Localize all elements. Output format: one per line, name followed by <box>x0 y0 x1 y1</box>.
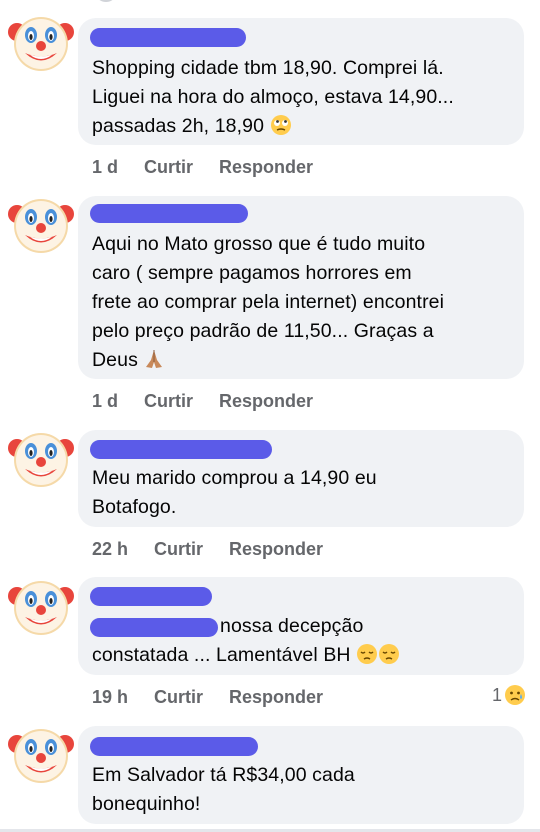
redacted-author-name[interactable] <box>90 587 212 606</box>
comment-text: Em Salvador tá R$34,00 cada bonequinho! <box>92 764 355 815</box>
comment-bubble: Em Salvador tá R$34,00 cada bonequinho! <box>78 726 524 824</box>
redacted-author-name[interactable] <box>90 204 248 223</box>
comment-bubble: Meu marido comprou a 14,90 eu Botafogo. <box>78 430 524 527</box>
comment-bubble: nossa decepção constatada ... Lamentável… <box>78 577 524 675</box>
like-button[interactable]: Curtir <box>154 687 203 708</box>
reply-button[interactable]: Responder <box>229 539 323 560</box>
clown-avatar-icon[interactable] <box>8 190 74 256</box>
scroll-fragment <box>98 0 114 2</box>
comment-text: Meu marido comprou a 14,90 eu Botafogo. <box>92 467 377 518</box>
reply-button[interactable]: Responder <box>219 391 313 412</box>
like-button[interactable]: Curtir <box>144 391 193 412</box>
comment-actions: 19 h Curtir Responder <box>92 684 323 710</box>
clown-face-icon <box>8 199 74 253</box>
like-button[interactable]: Curtir <box>154 539 203 560</box>
clown-avatar-icon[interactable] <box>8 8 74 74</box>
reply-button[interactable]: Responder <box>219 157 313 178</box>
redacted-author-name[interactable] <box>90 440 272 459</box>
redacted-author-name[interactable] <box>90 737 258 756</box>
sad-tear-emoji-icon <box>504 684 526 706</box>
comment-text-line2: constatada ... Lamentável BH <box>92 641 514 670</box>
comment-time[interactable]: 22 h <box>92 539 128 560</box>
rolling-eyes-emoji-icon <box>270 114 292 136</box>
redacted-mention[interactable] <box>90 618 218 637</box>
pensive-face-emoji-icon <box>378 643 400 665</box>
clown-face-icon <box>8 581 74 635</box>
reaction-summary[interactable]: 1 <box>492 684 526 706</box>
reply-button[interactable]: Responder <box>229 687 323 708</box>
clown-face-icon <box>8 17 74 71</box>
comment-bubble: Shopping cidade tbm 18,90. Comprei lá. L… <box>78 18 524 145</box>
praying-hands-emoji-icon <box>143 348 165 370</box>
redacted-author-name[interactable] <box>90 28 246 47</box>
like-button[interactable]: Curtir <box>144 157 193 178</box>
clown-face-icon <box>8 433 74 487</box>
comment-text: Aqui no Mato grosso que é tudo muito car… <box>92 233 445 371</box>
comment-text-line1: nossa decepção <box>220 615 364 637</box>
comment-actions: 1 d Curtir Responder <box>92 154 313 180</box>
comment-text: Shopping cidade tbm 18,90. Comprei lá. L… <box>92 57 454 137</box>
comment-actions: 1 d Curtir Responder <box>92 388 313 414</box>
comment-bubble: Aqui no Mato grosso que é tudo muito car… <box>78 196 524 379</box>
comment-time[interactable]: 19 h <box>92 687 128 708</box>
clown-face-icon <box>8 729 74 783</box>
reaction-count: 1 <box>491 684 502 705</box>
clown-avatar-icon[interactable] <box>8 720 74 786</box>
clown-avatar-icon[interactable] <box>8 572 74 638</box>
comment-time[interactable]: 1 d <box>92 391 118 412</box>
pensive-face-emoji-icon <box>356 643 378 665</box>
comment-time[interactable]: 1 d <box>92 157 118 178</box>
clown-avatar-icon[interactable] <box>8 424 74 490</box>
comment-actions: 22 h Curtir Responder <box>92 536 323 562</box>
